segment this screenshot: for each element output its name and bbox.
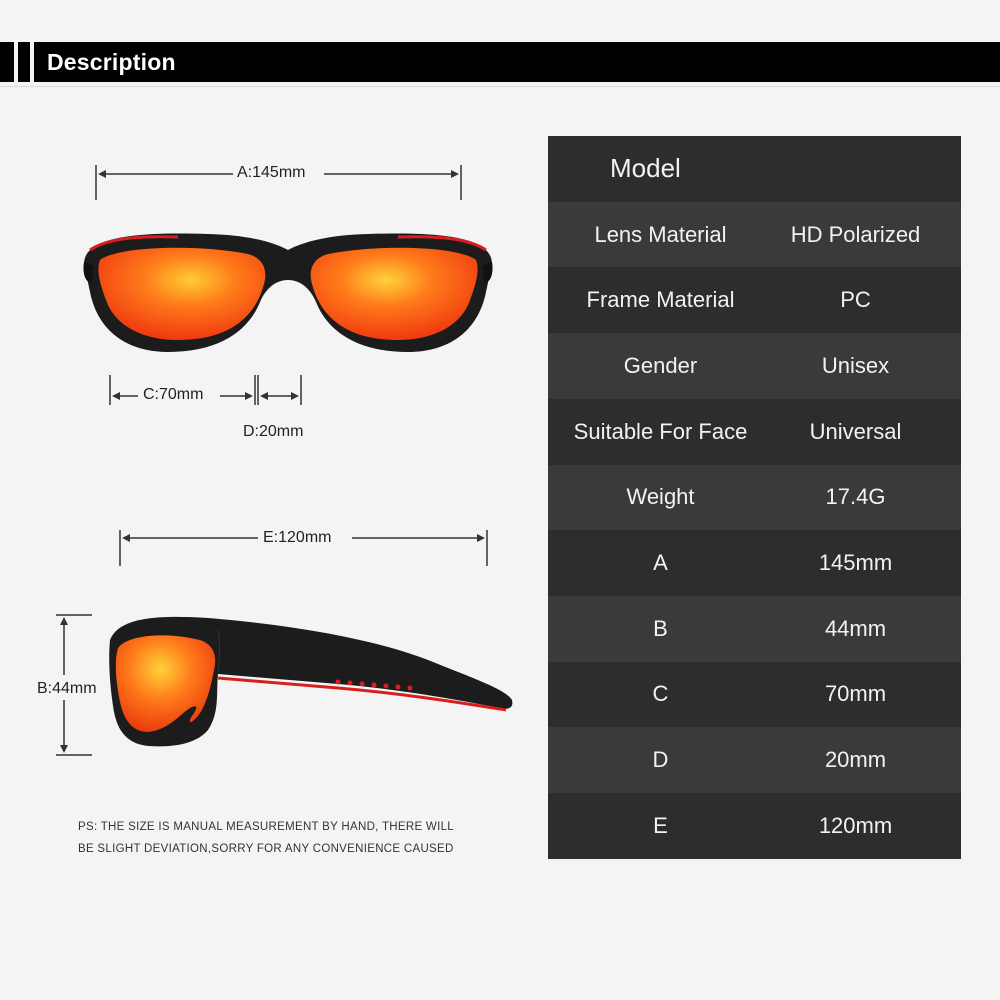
spec-label: Weight [626,484,695,510]
measurement-note-line2: BE SLIGHT DEVIATION,SORRY FOR ANY CONVEN… [78,843,454,855]
spec-label: C [652,681,669,707]
spec-value: 20mm [824,747,887,773]
spec-row: Frame Material PC [548,267,961,334]
spec-value: 17.4G [825,484,886,510]
spec-value: 44mm [824,615,887,641]
spec-row: Lens Material HD Polarized [548,201,961,268]
spec-row: B 44mm [548,595,961,662]
spec-value: 70mm [824,681,887,707]
spec-label: D [652,747,669,773]
spec-row: A 145mm [548,530,961,596]
spec-label: E [653,812,668,838]
spec-row: C 70mm [548,661,961,728]
spec-row: E 120mm [548,793,961,859]
spec-label: Frame Material [586,287,735,313]
spec-label: Lens Material [594,221,727,247]
spec-value: 145mm [818,550,893,576]
spec-row: D 20mm [548,727,961,793]
spec-row: Suitable For Face Universal [548,398,961,465]
dimension-b-label: B:44mm [37,680,97,697]
spec-header-label: Model [610,153,681,184]
spec-label: Gender [623,352,698,378]
spec-value: 120mm [818,812,893,838]
spec-value: PC [840,287,871,313]
spec-value: Universal [809,418,902,444]
measurement-note-line1: PS: THE SIZE IS MANUAL MEASUREMENT BY HA… [78,821,454,833]
spec-label: Suitable For Face [573,418,748,444]
spec-value: Unisex [821,352,890,378]
spec-row: Gender Unisex [548,333,961,399]
spec-table: Model Lens Material HD Polarized Frame M… [548,136,961,859]
spec-value: HD Polarized [790,221,921,247]
spec-row: Weight 17.4G [548,464,961,531]
spec-label: B [653,615,668,641]
spec-table-header: Model [548,136,961,202]
sunglasses-side-image [109,616,513,747]
spec-label: A [653,550,668,576]
